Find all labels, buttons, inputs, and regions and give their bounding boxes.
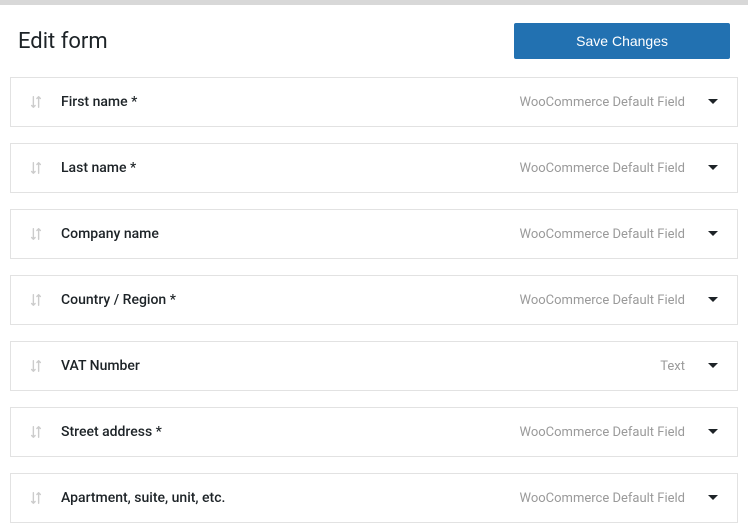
drag-handle-icon[interactable] [29, 425, 43, 439]
chevron-down-icon [707, 228, 719, 240]
drag-handle-icon[interactable] [29, 491, 43, 505]
field-row-street-address[interactable]: Street address * WooCommerce Default Fie… [10, 407, 738, 457]
drag-handle-icon[interactable] [29, 359, 43, 373]
field-label: VAT Number [61, 358, 660, 374]
drag-handle-icon[interactable] [29, 95, 43, 109]
field-label: First name * [61, 94, 520, 110]
drag-handle-icon[interactable] [29, 293, 43, 307]
field-row-company-name[interactable]: Company name WooCommerce Default Field [10, 209, 738, 259]
chevron-down-icon [707, 360, 719, 372]
field-label: Country / Region * [61, 292, 520, 308]
field-label: Apartment, suite, unit, etc. [61, 490, 520, 506]
drag-handle-icon[interactable] [29, 227, 43, 241]
panel-header: Edit form Save Changes [8, 23, 740, 77]
field-type-label: WooCommerce Default Field [520, 161, 686, 176]
field-row-first-name[interactable]: First name * WooCommerce Default Field [10, 77, 738, 127]
field-label: Company name [61, 226, 520, 242]
chevron-down-icon [707, 426, 719, 438]
field-row-last-name[interactable]: Last name * WooCommerce Default Field [10, 143, 738, 193]
chevron-down-icon [707, 96, 719, 108]
field-row-apartment[interactable]: Apartment, suite, unit, etc. WooCommerce… [10, 473, 738, 523]
field-label: Last name * [61, 160, 520, 176]
field-row-vat-number[interactable]: VAT Number Text [10, 341, 738, 391]
field-label: Street address * [61, 424, 520, 440]
edit-form-panel: Edit form Save Changes First name * WooC… [0, 5, 748, 531]
field-type-label: WooCommerce Default Field [520, 425, 686, 440]
chevron-down-icon [707, 162, 719, 174]
field-type-label: WooCommerce Default Field [520, 491, 686, 506]
field-type-label: WooCommerce Default Field [520, 227, 686, 242]
field-type-label: Text [660, 359, 685, 374]
save-button[interactable]: Save Changes [514, 23, 730, 59]
chevron-down-icon [707, 492, 719, 504]
drag-handle-icon[interactable] [29, 161, 43, 175]
field-type-label: WooCommerce Default Field [520, 95, 686, 110]
chevron-down-icon [707, 294, 719, 306]
field-row-country[interactable]: Country / Region * WooCommerce Default F… [10, 275, 738, 325]
field-list: First name * WooCommerce Default Field L… [8, 77, 740, 523]
field-type-label: WooCommerce Default Field [520, 293, 686, 308]
page-title: Edit form [18, 29, 108, 54]
